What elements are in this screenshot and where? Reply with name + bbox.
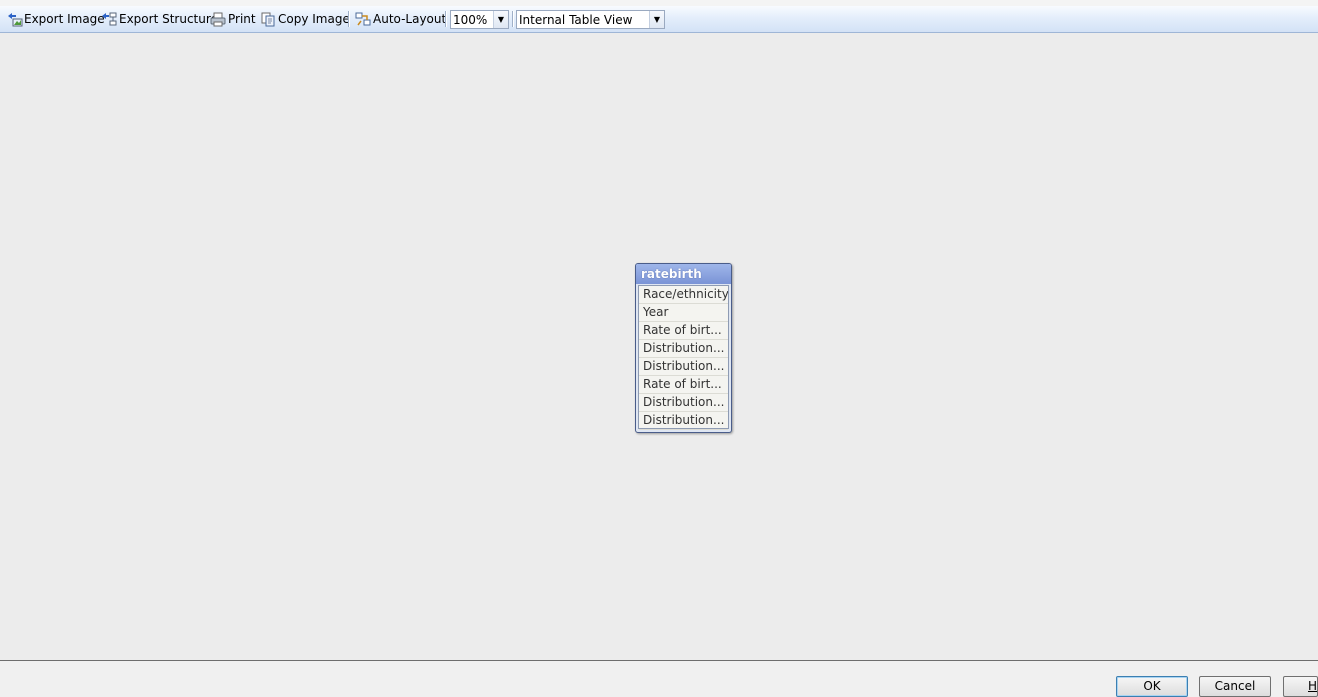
list-item[interactable]: Rate of birt... — [639, 376, 728, 394]
copy-image-label: Copy Image — [278, 12, 350, 26]
list-item[interactable]: Distribution... — [639, 358, 728, 376]
list-item[interactable]: Distribution... — [639, 340, 728, 358]
list-item[interactable]: Distribution... — [639, 394, 728, 412]
export-structure-label: Export Structure — [119, 12, 218, 26]
zoom-value: 100% — [453, 13, 488, 27]
export-structure-icon — [101, 11, 118, 27]
zoom-select[interactable]: 100% ▼ — [450, 10, 509, 29]
toolbar: Export Image Export Structure Print Copy… — [0, 6, 1318, 33]
auto-layout-button[interactable]: Auto-Layout — [355, 10, 446, 28]
chevron-down-icon[interactable]: ▼ — [493, 11, 508, 28]
copy-image-button[interactable]: Copy Image — [260, 10, 350, 28]
copy-icon — [260, 11, 277, 27]
cancel-button[interactable]: Cancel — [1199, 676, 1271, 697]
list-item[interactable]: Distribution... — [639, 412, 728, 430]
export-image-label: Export Image — [24, 12, 105, 26]
view-value: Internal Table View — [519, 13, 633, 27]
print-label: Print — [228, 12, 256, 26]
export-image-button[interactable]: Export Image — [6, 10, 105, 28]
chevron-down-icon[interactable]: ▼ — [649, 11, 664, 28]
table-title[interactable]: ratebirth — [636, 264, 731, 284]
view-select[interactable]: Internal Table View ▼ — [516, 10, 665, 29]
auto-layout-icon — [355, 11, 372, 27]
print-button[interactable]: Print — [210, 10, 256, 28]
printer-icon — [210, 11, 227, 27]
table-node[interactable]: ratebirth Race/ethnicity Year Rate of bi… — [635, 263, 732, 433]
export-image-icon — [6, 11, 23, 27]
ok-button[interactable]: OK — [1116, 676, 1188, 697]
list-item[interactable]: Year — [639, 304, 728, 322]
toolbar-separator — [445, 11, 447, 27]
auto-layout-label: Auto-Layout — [373, 12, 447, 26]
export-structure-button[interactable]: Export Structure — [101, 10, 218, 28]
toolbar-separator — [348, 11, 350, 27]
list-item[interactable]: Race/ethnicity — [639, 286, 728, 304]
help-button[interactable]: H — [1283, 676, 1318, 697]
field-list: Race/ethnicity Year Rate of birt... Dist… — [638, 285, 729, 430]
list-item[interactable]: Rate of birt... — [639, 322, 728, 340]
toolbar-separator — [512, 11, 514, 27]
